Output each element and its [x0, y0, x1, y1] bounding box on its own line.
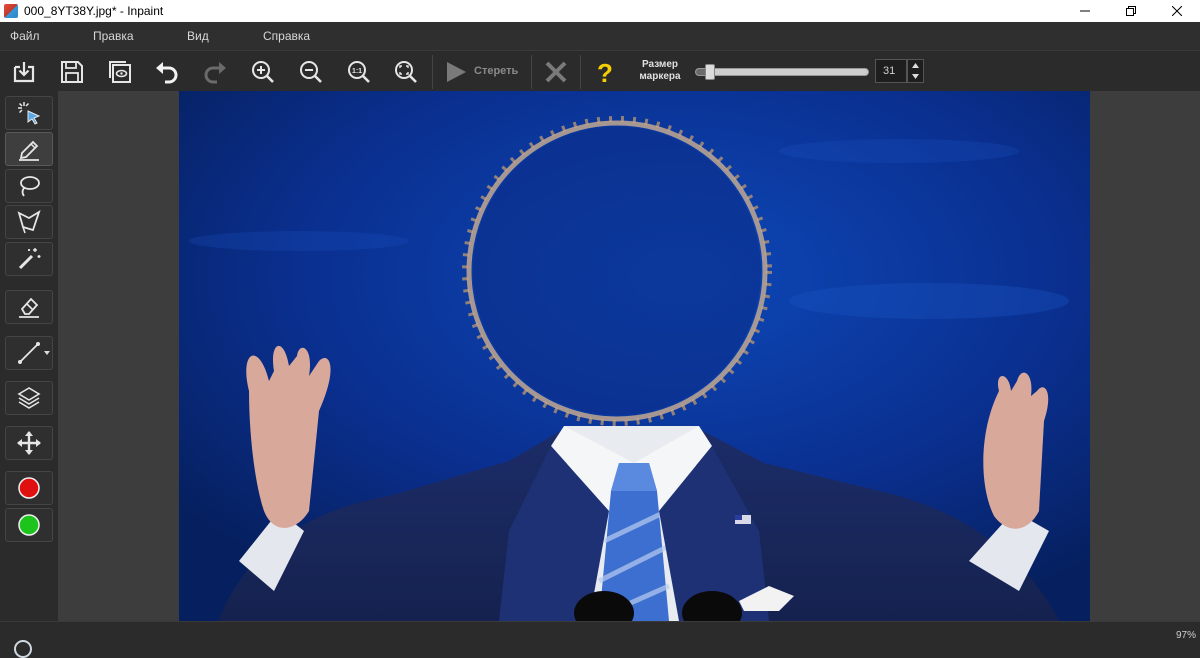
- marker-size-label: Размер маркера: [630, 59, 690, 83]
- menu-edit[interactable]: Правка: [83, 29, 177, 43]
- toolbar-separator: [531, 55, 532, 89]
- slider-handle[interactable]: [705, 64, 715, 80]
- cancel-button[interactable]: [541, 57, 571, 87]
- marker-size-input[interactable]: 31: [875, 59, 907, 83]
- toolbar-separator: [432, 55, 433, 89]
- green-color-icon: [18, 514, 40, 536]
- open-button[interactable]: [9, 57, 39, 87]
- undo-icon: [156, 62, 178, 84]
- app-icon: [4, 4, 18, 18]
- zoom-fit-button[interactable]: [391, 57, 421, 87]
- minimize-button[interactable]: [1062, 0, 1108, 22]
- tool-red-color[interactable]: [5, 471, 53, 505]
- erase-button[interactable]: [441, 57, 471, 87]
- spin-down-button[interactable]: [908, 71, 923, 82]
- zoom-in-icon: [252, 61, 274, 83]
- zoom-out-icon: [300, 61, 322, 83]
- lasso-icon: [20, 176, 40, 197]
- marker-size-label-line1: Размер: [641, 59, 678, 70]
- canvas-area[interactable]: [58, 91, 1200, 621]
- redo-button[interactable]: [200, 57, 230, 87]
- minimize-icon: [1080, 10, 1090, 12]
- tool-eraser[interactable]: [5, 290, 53, 324]
- svg-text:?: ?: [597, 59, 613, 85]
- menu-view[interactable]: Вид: [177, 29, 253, 43]
- eraser-icon: [19, 297, 39, 318]
- red-color-icon: [18, 477, 40, 499]
- open-icon: [13, 62, 35, 83]
- zoom-actual-size-icon: 1:1: [348, 61, 370, 83]
- title-bar: 000_8YT38Y.jpg* - Inpaint: [0, 0, 1200, 22]
- close-window-icon: [1172, 6, 1182, 16]
- restore-button[interactable]: [1108, 0, 1154, 22]
- polygonal-lasso-icon: [17, 209, 41, 234]
- move-icon: [17, 431, 41, 455]
- redo-icon: [204, 62, 226, 84]
- play-icon: [447, 62, 466, 82]
- tool-move[interactable]: [5, 426, 53, 460]
- toolbar-separator: [580, 55, 581, 89]
- magic-wand-icon: [18, 248, 41, 270]
- line-icon: [18, 342, 40, 364]
- menu-help[interactable]: Справка: [253, 29, 310, 43]
- edited-image[interactable]: [179, 91, 1090, 621]
- zoom-level: 97%: [1175, 630, 1196, 641]
- marker-size-label-line2: маркера: [639, 71, 681, 82]
- help-icon: ?: [597, 59, 613, 85]
- zoom-in-button[interactable]: [248, 57, 278, 87]
- tool-layers[interactable]: [5, 381, 53, 415]
- preview-icon: [109, 61, 131, 83]
- tool-line[interactable]: [5, 336, 53, 370]
- chevron-down-icon[interactable]: [44, 351, 50, 355]
- tool-magic-wand[interactable]: [5, 242, 53, 276]
- layers-icon: [17, 387, 41, 409]
- erase-label[interactable]: Стереть: [474, 65, 518, 77]
- close-window-button[interactable]: [1154, 0, 1200, 22]
- help-button[interactable]: ?: [590, 57, 620, 87]
- chevron-down-icon: [912, 74, 919, 79]
- menu-file[interactable]: Файл: [0, 29, 83, 43]
- menu-bar: Файл Правка Вид Справка: [0, 22, 1200, 50]
- close-icon: [545, 61, 567, 83]
- undo-button[interactable]: [152, 57, 182, 87]
- tool-marker[interactable]: [5, 132, 53, 166]
- marker-size-slider[interactable]: [695, 64, 869, 80]
- zoom-actual-size-button[interactable]: 1:1: [344, 57, 374, 87]
- spin-up-button[interactable]: [908, 60, 923, 71]
- tool-polygonal-lasso[interactable]: [5, 205, 53, 239]
- status-indicator-icon: [14, 640, 32, 658]
- chevron-up-icon: [912, 63, 919, 68]
- tool-smart-select[interactable]: [5, 96, 53, 130]
- save-button[interactable]: [57, 57, 87, 87]
- photo-content: [179, 91, 1090, 621]
- marker-icon: [19, 140, 39, 161]
- smart-select-icon: [18, 102, 41, 125]
- toolbar: 1:1 Стереть ? Размер маркера 31: [0, 50, 1200, 91]
- save-icon: [61, 61, 83, 83]
- toolbox: [0, 91, 58, 621]
- svg-text:1:1: 1:1: [352, 68, 362, 75]
- zoom-fit-icon: [395, 61, 417, 83]
- zoom-out-button[interactable]: [296, 57, 326, 87]
- tool-lasso[interactable]: [5, 169, 53, 203]
- tool-green-color[interactable]: [5, 508, 53, 542]
- window-controls: [1062, 0, 1200, 22]
- status-bar: 97%: [0, 621, 1200, 658]
- marker-size-spinner[interactable]: [907, 59, 924, 83]
- restore-icon: [1126, 6, 1136, 16]
- preview-button[interactable]: [105, 57, 135, 87]
- window-title: 000_8YT38Y.jpg* - Inpaint: [24, 4, 164, 18]
